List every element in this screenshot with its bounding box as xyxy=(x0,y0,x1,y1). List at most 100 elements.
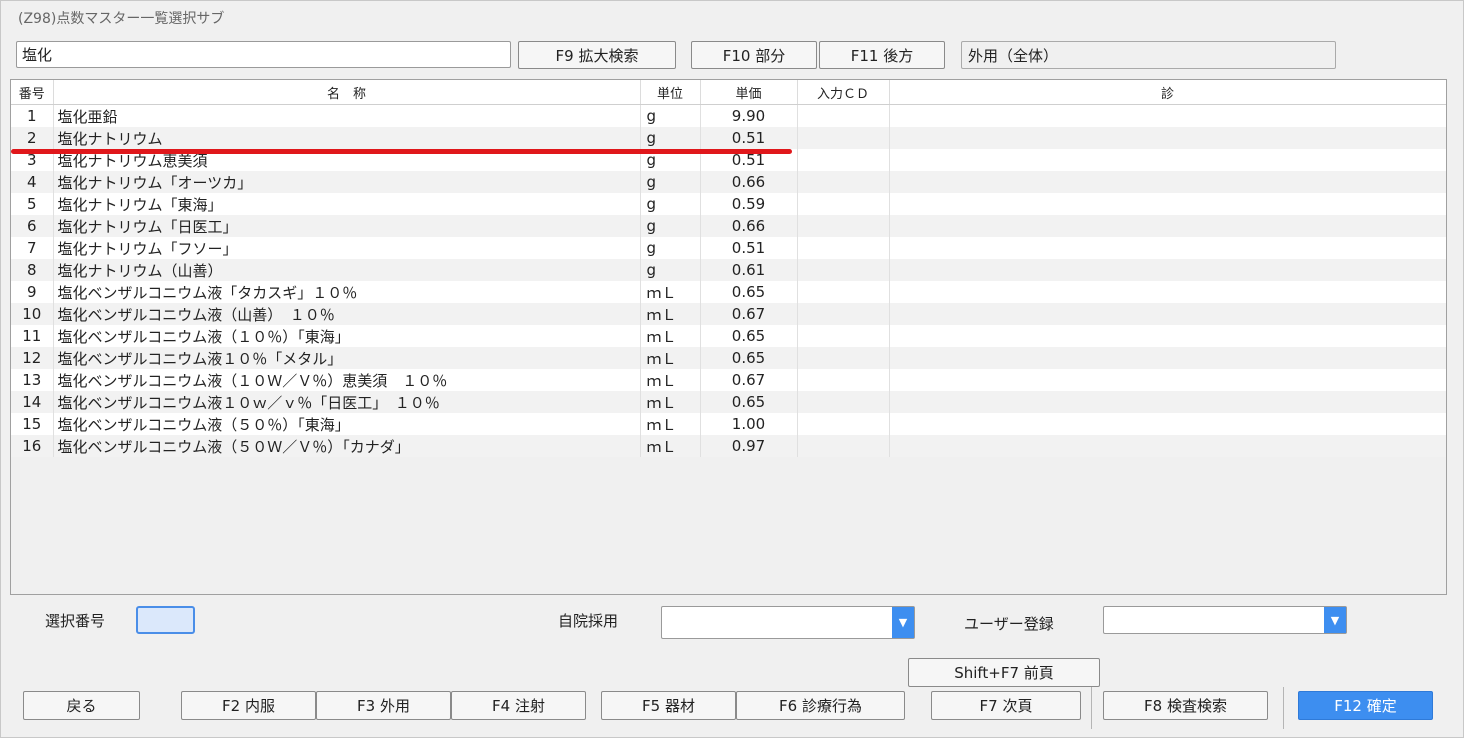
row-input-cd xyxy=(797,281,890,303)
row-shin xyxy=(889,347,1446,369)
row-input-cd xyxy=(797,149,890,171)
table-row[interactable]: 9 塩化ベンザルコニウム液「タカスギ」１０％ ｍＬ 0.65 xyxy=(11,281,1446,303)
row-number: 15 xyxy=(11,413,54,435)
row-price: 1.00 xyxy=(700,413,798,435)
row-unit: g xyxy=(640,171,701,193)
table-row[interactable]: 4 塩化ナトリウム「オーツカ」 g 0.66 xyxy=(11,171,1446,193)
row-price: 0.67 xyxy=(700,369,798,391)
row-shin xyxy=(889,127,1446,149)
material-button[interactable]: F5 器材 xyxy=(601,691,736,720)
medical-procedure-button[interactable]: F6 診療行為 xyxy=(736,691,905,720)
chevron-down-icon[interactable]: ▼ xyxy=(892,607,914,638)
row-number: 2 xyxy=(11,127,54,149)
table-row[interactable]: 12 塩化ベンザルコニウム液１０％「メタル」 ｍＬ 0.65 xyxy=(11,347,1446,369)
table-row[interactable]: 11 塩化ベンザルコニウム液（１０％）「東海」 ｍＬ 0.65 xyxy=(11,325,1446,347)
category-display: 外用（全体） xyxy=(961,41,1336,69)
row-unit: ｍＬ xyxy=(640,391,701,413)
table-row[interactable]: 2 塩化ナトリウム g 0.51 xyxy=(11,127,1446,149)
row-unit: ｍＬ xyxy=(640,281,701,303)
header-shin[interactable]: 診 xyxy=(889,80,1446,105)
injection-button[interactable]: F4 注射 xyxy=(451,691,586,720)
previous-page-button[interactable]: Shift+F7 前頁 xyxy=(908,658,1100,687)
row-unit: g xyxy=(640,104,701,127)
row-price: 0.65 xyxy=(700,281,798,303)
row-number: 10 xyxy=(11,303,54,325)
partial-search-button[interactable]: F10 部分 xyxy=(691,41,817,69)
exam-search-button[interactable]: F8 検査検索 xyxy=(1103,691,1268,720)
table-row[interactable]: 15 塩化ベンザルコニウム液（５０％）「東海」 ｍＬ 1.00 xyxy=(11,413,1446,435)
internal-med-button[interactable]: F2 内服 xyxy=(181,691,316,720)
table-row[interactable]: 6 塩化ナトリウム「日医工」 g 0.66 xyxy=(11,215,1446,237)
row-unit: ｍＬ xyxy=(640,303,701,325)
user-registration-label: ユーザー登録 xyxy=(964,615,1054,633)
row-number: 7 xyxy=(11,237,54,259)
row-price: 0.66 xyxy=(700,171,798,193)
selection-number-input[interactable] xyxy=(136,606,195,634)
in-hospital-label: 自院採用 xyxy=(558,612,619,630)
next-page-button[interactable]: F7 次頁 xyxy=(931,691,1081,720)
table-row[interactable]: 8 塩化ナトリウム（山善） g 0.61 xyxy=(11,259,1446,281)
row-price: 0.51 xyxy=(700,127,798,149)
row-unit: ｍＬ xyxy=(640,347,701,369)
row-shin xyxy=(889,369,1446,391)
row-shin xyxy=(889,104,1446,127)
row-name: 塩化ナトリウム「日医工」 xyxy=(53,215,641,237)
table-row[interactable]: 13 塩化ベンザルコニウム液（１０Ｗ／Ｖ％）恵美須 １０％ ｍＬ 0.67 xyxy=(11,369,1446,391)
row-number: 5 xyxy=(11,193,54,215)
button-divider xyxy=(1091,687,1092,729)
row-shin xyxy=(889,171,1446,193)
row-name: 塩化ナトリウム「フソー」 xyxy=(53,237,641,259)
table-row[interactable]: 1 塩化亜鉛 g 9.90 xyxy=(11,104,1446,127)
row-name: 塩化亜鉛 xyxy=(53,104,641,127)
row-number: 12 xyxy=(11,347,54,369)
row-price: 0.61 xyxy=(700,259,798,281)
back-button[interactable]: 戻る xyxy=(23,691,140,720)
row-price: 0.65 xyxy=(700,325,798,347)
row-shin xyxy=(889,325,1446,347)
table-row[interactable]: 5 塩化ナトリウム「東海」 g 0.59 xyxy=(11,193,1446,215)
row-input-cd xyxy=(797,391,890,413)
row-shin xyxy=(889,303,1446,325)
row-shin xyxy=(889,237,1446,259)
row-name: 塩化ベンザルコニウム液（１０Ｗ／Ｖ％）恵美須 １０％ xyxy=(53,369,641,391)
table-row[interactable]: 10 塩化ベンザルコニウム液（山善） １０％ ｍＬ 0.67 xyxy=(11,303,1446,325)
chevron-down-icon[interactable]: ▼ xyxy=(1324,607,1346,633)
row-input-cd xyxy=(797,171,890,193)
table-row[interactable]: 16 塩化ベンザルコニウム液（５０Ｗ／Ｖ％）「カナダ」 ｍＬ 0.97 xyxy=(11,435,1446,457)
table-row[interactable]: 7 塩化ナトリウム「フソー」 g 0.51 xyxy=(11,237,1446,259)
row-unit: ｍＬ xyxy=(640,325,701,347)
header-input-cd[interactable]: 入力ＣＤ xyxy=(797,80,890,105)
row-number: 16 xyxy=(11,435,54,457)
row-shin xyxy=(889,259,1446,281)
row-name: 塩化ベンザルコニウム液（１０％）「東海」 xyxy=(53,325,641,347)
table-row[interactable]: 14 塩化ベンザルコニウム液１０ｗ／ｖ％「日医工」 １０％ ｍＬ 0.65 xyxy=(11,391,1446,413)
row-unit: g xyxy=(640,127,701,149)
row-shin xyxy=(889,215,1446,237)
expand-search-button[interactable]: F9 拡大検索 xyxy=(518,41,676,69)
row-number: 9 xyxy=(11,281,54,303)
row-shin xyxy=(889,413,1446,435)
row-input-cd xyxy=(797,435,890,457)
row-input-cd xyxy=(797,259,890,281)
header-name[interactable]: 名 称 xyxy=(53,80,641,105)
button-divider xyxy=(1283,687,1284,729)
header-price[interactable]: 単価 xyxy=(700,80,798,105)
window-title: (Z98)点数マスター一覧選択サブ xyxy=(18,11,225,27)
row-shin xyxy=(889,149,1446,171)
in-hospital-select[interactable]: ▼ xyxy=(661,606,915,639)
search-input[interactable]: 塩化 xyxy=(16,41,511,68)
row-input-cd xyxy=(797,413,890,435)
row-input-cd xyxy=(797,127,890,149)
row-unit: g xyxy=(640,237,701,259)
user-registration-select[interactable]: ▼ xyxy=(1103,606,1347,634)
row-number: 11 xyxy=(11,325,54,347)
row-unit: ｍＬ xyxy=(640,413,701,435)
external-med-button[interactable]: F3 外用 xyxy=(316,691,451,720)
row-price: 0.51 xyxy=(700,237,798,259)
suffix-search-button[interactable]: F11 後方 xyxy=(819,41,945,69)
header-no[interactable]: 番号 xyxy=(11,80,54,105)
selection-number-label: 選択番号 xyxy=(45,612,106,630)
confirm-button[interactable]: F12 確定 xyxy=(1298,691,1433,720)
header-unit[interactable]: 単位 xyxy=(640,80,701,105)
row-shin xyxy=(889,435,1446,457)
